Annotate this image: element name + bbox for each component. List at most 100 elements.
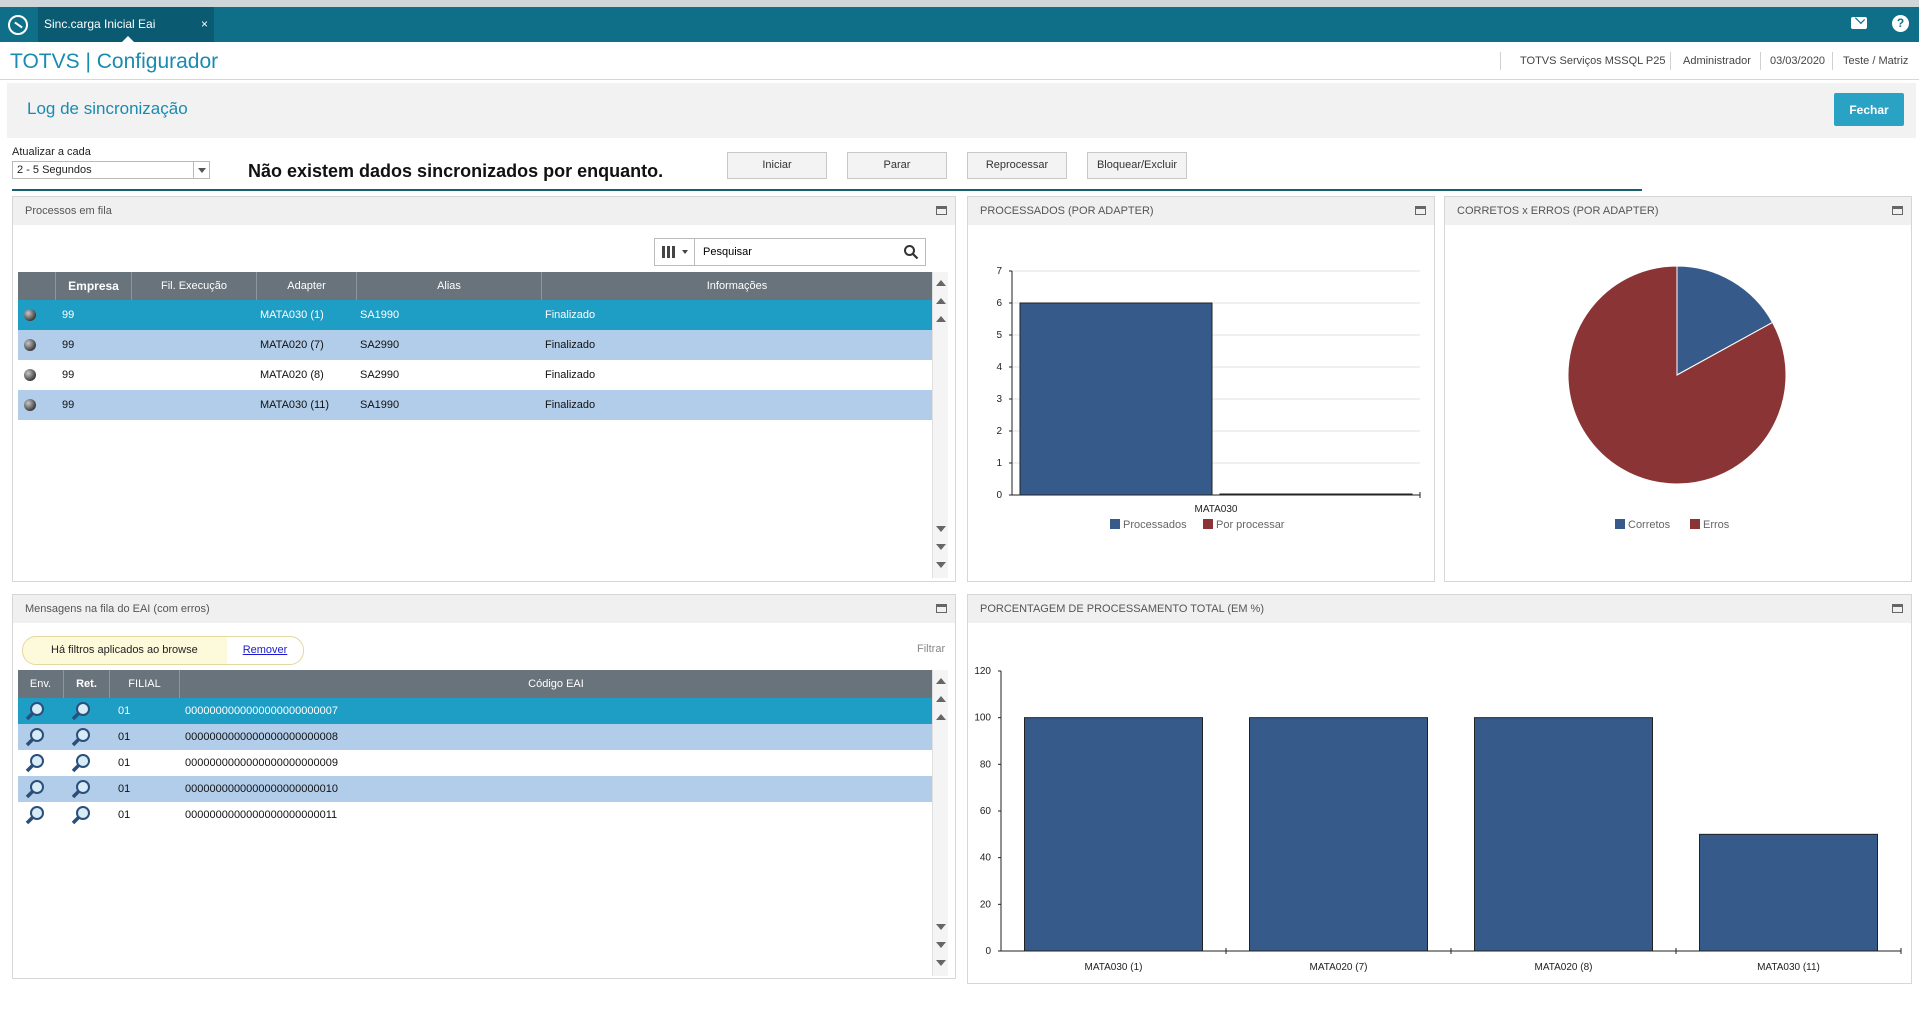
column-header[interactable]: Ret. [64, 670, 110, 698]
cell-adapter: MATA020 (8) [260, 369, 324, 381]
y-tick-label: 20 [980, 899, 992, 910]
y-tick-label: 120 [974, 666, 991, 677]
table-row[interactable]: 01 0000000000000000000000009 [18, 750, 932, 776]
os-title-strip [0, 0, 1919, 7]
bar [1249, 717, 1428, 952]
column-header[interactable]: Empresa [56, 272, 132, 300]
column-header[interactable]: Informações [542, 272, 932, 300]
cell-empresa: 99 [62, 399, 75, 411]
table-row[interactable]: 99 MATA020 (7) SA2990 Finalizado [18, 330, 932, 360]
view-return-icon[interactable] [70, 726, 92, 748]
chevron-down-icon[interactable] [193, 162, 209, 178]
tab-sinc-carga[interactable]: Sinc.carga Inicial Eai [02.9.0099] × [38, 7, 214, 66]
view-sent-icon[interactable] [24, 726, 46, 748]
table-row[interactable]: 01 0000000000000000000000008 [18, 724, 932, 750]
filter-notice: Há filtros aplicados ao browse Remover [22, 636, 304, 665]
percent-chart: 0 20 40 60 80 100 120 MATA030 (1) MATA020 (7) MAT… [974, 666, 1902, 973]
table-row[interactable]: 99 MATA030 (1) SA1990 Finalizado [18, 300, 932, 330]
queue-scrollbar[interactable] [932, 272, 948, 578]
reprocess-button[interactable]: Reprocessar [967, 152, 1067, 179]
search-box [654, 238, 926, 266]
cell-filial: 01 [118, 731, 131, 743]
table-row[interactable]: 01 0000000000000000000000010 [18, 776, 932, 802]
totvs-logo-icon[interactable] [8, 15, 28, 35]
view-return-icon[interactable] [70, 700, 92, 722]
header-date: 03/03/2020 [1770, 55, 1826, 67]
page-title: Log de sincronização [27, 99, 188, 118]
cell-filial: 01 [118, 809, 131, 821]
cell-filial: 01 [118, 757, 131, 769]
scroll-page-up-icon[interactable] [936, 298, 946, 304]
y-tick-label: 0 [996, 490, 1002, 501]
legend-swatch [1110, 519, 1120, 529]
search-input[interactable] [701, 243, 891, 261]
legend-label: Erros [1703, 519, 1730, 531]
table-row[interactable]: 01 0000000000000000000000007 [18, 698, 932, 724]
cell-filial: 01 [118, 783, 131, 795]
minimize-icon[interactable] [936, 604, 947, 613]
start-button[interactable]: Iniciar [727, 152, 827, 179]
stop-button[interactable]: Parar [847, 152, 947, 179]
remove-filter-link[interactable]: Remover [227, 637, 303, 664]
legend-swatch [1615, 519, 1625, 529]
x-tick-label: MATA020 (7) [1310, 962, 1368, 973]
search-icon[interactable] [903, 244, 919, 260]
tab-bar: Sinc.carga Inicial Eai [02.9.0099] × ? [0, 7, 1919, 66]
messages-scrollbar[interactable] [932, 670, 948, 976]
queue-grid-header: Empresa Fil. Execução Adapter Alias Info… [18, 272, 932, 300]
header-server: TOTVS Serviços MSSQL P25 [1520, 55, 1666, 67]
scroll-down-icon[interactable] [936, 526, 946, 532]
column-header[interactable]: FILIAL [110, 670, 180, 698]
view-sent-icon[interactable] [24, 778, 46, 800]
scroll-page-down-icon[interactable] [936, 942, 946, 948]
minimize-icon[interactable] [1415, 206, 1426, 215]
scroll-up-icon[interactable] [936, 714, 946, 720]
table-row[interactable]: 01 0000000000000000000000011 [18, 802, 932, 828]
legend-label: Por processar [1216, 519, 1285, 531]
table-row[interactable]: 99 MATA020 (8) SA2990 Finalizado [18, 360, 932, 390]
cell-info: Finalizado [545, 399, 596, 411]
refresh-interval-value: 2 - 5 Segundos [17, 164, 92, 176]
minimize-icon[interactable] [1892, 604, 1903, 613]
scroll-down-icon[interactable] [936, 924, 946, 930]
scroll-bottom-icon[interactable] [936, 562, 946, 568]
brand-title: TOTVS | Configurador [10, 50, 219, 73]
scroll-bottom-icon[interactable] [936, 960, 946, 966]
column-header[interactable]: Alias [357, 272, 542, 300]
cell-adapter: MATA030 (1) [260, 309, 324, 321]
minimize-icon[interactable] [1892, 206, 1903, 215]
mail-icon[interactable] [1851, 17, 1867, 29]
page-title-bar [7, 83, 1916, 138]
filter-link[interactable]: Filtrar [917, 643, 945, 655]
header-separator [1500, 52, 1501, 70]
columns-toggle-button[interactable] [655, 239, 695, 265]
table-row[interactable]: 99 MATA030 (11) SA1990 Finalizado [18, 390, 932, 420]
processed-panel-header: PROCESSADOS (POR ADAPTER) [968, 197, 1434, 225]
column-header[interactable]: Env. [18, 670, 64, 698]
y-tick-label: 6 [996, 298, 1002, 309]
cell-codigo-eai: 0000000000000000000000007 [185, 705, 338, 717]
view-return-icon[interactable] [70, 752, 92, 774]
close-button[interactable]: Fechar [1834, 93, 1904, 126]
view-sent-icon[interactable] [24, 804, 46, 826]
minimize-icon[interactable] [936, 206, 947, 215]
column-header[interactable]: Adapter [257, 272, 357, 300]
view-return-icon[interactable] [70, 804, 92, 826]
tab-close-icon[interactable]: × [201, 7, 208, 42]
block-delete-button[interactable]: Bloquear/Excluir [1087, 152, 1187, 179]
cell-info: Finalizado [545, 339, 596, 351]
help-icon[interactable]: ? [1892, 15, 1909, 32]
scroll-page-down-icon[interactable] [936, 544, 946, 550]
column-header[interactable]: Código EAI [180, 670, 932, 698]
scroll-page-up-icon[interactable] [936, 696, 946, 702]
view-sent-icon[interactable] [24, 752, 46, 774]
scroll-top-icon[interactable] [936, 280, 946, 286]
scroll-top-icon[interactable] [936, 678, 946, 684]
view-sent-icon[interactable] [24, 700, 46, 722]
column-header[interactable]: Fil. Execução [132, 272, 257, 300]
bar [1699, 833, 1878, 952]
y-tick-label: 80 [980, 759, 992, 770]
refresh-interval-select[interactable]: 2 - 5 Segundos [12, 161, 210, 179]
scroll-up-icon[interactable] [936, 316, 946, 322]
view-return-icon[interactable] [70, 778, 92, 800]
